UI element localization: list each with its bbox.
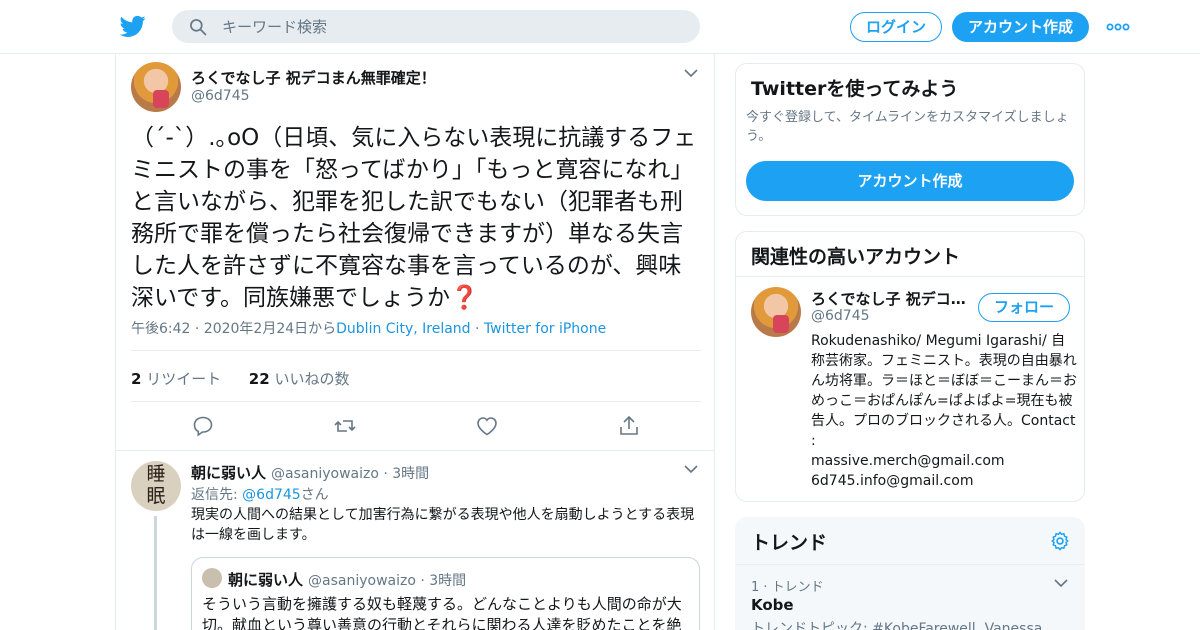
tweet-source-link[interactable]: Twitter for iPhone bbox=[484, 321, 606, 337]
quote-handle-text: @asaniyowaizo bbox=[308, 573, 416, 589]
tweet-body: （´-`）.｡oO（日頃、気に入らない表現に抗議するフェミニストの事を「怒ってば… bbox=[131, 125, 697, 311]
follow-button[interactable]: フォロー bbox=[978, 293, 1070, 322]
reply-to-suffix: さん bbox=[300, 487, 329, 503]
search-bar bbox=[172, 10, 700, 43]
bio-email-link[interactable]: massive.merch@gmail.com bbox=[811, 451, 1079, 471]
avatar-glyph: 眠 bbox=[146, 485, 166, 507]
account-bio: Rokudenashiko/ Megumi Igarashi/ 自称芸術家。フェ… bbox=[811, 331, 1079, 491]
reply-time[interactable]: 3時間 bbox=[392, 466, 429, 482]
like-count: 22 bbox=[248, 370, 270, 388]
account-avatar[interactable] bbox=[751, 287, 801, 337]
divider bbox=[736, 564, 1084, 565]
chevron-down-icon[interactable] bbox=[684, 464, 698, 474]
reply-avatar[interactable]: 睡 眠 bbox=[131, 461, 181, 511]
reply-handle-text: @asaniyowaizo bbox=[271, 466, 379, 482]
top-bar: ログイン アカウント作成 bbox=[0, 0, 1200, 54]
like-stat[interactable]: 22 いいねの数 bbox=[249, 370, 350, 388]
related-accounts-card: 関連性の高いアカウント ろくでなし子 祝デコまん無罪確定！ @6d745 フォロ… bbox=[735, 231, 1085, 502]
trend-name: Kobe bbox=[751, 596, 794, 614]
avatar-glyph: 睡 bbox=[146, 463, 166, 485]
reply-author-handle[interactable]: @asaniyowaizo · 3時間 bbox=[271, 463, 429, 483]
reply-icon[interactable] bbox=[191, 414, 215, 438]
signup-card-button[interactable]: アカウント作成 bbox=[746, 161, 1074, 201]
bio-email-link[interactable]: 6d745.info@gmail.com bbox=[811, 471, 1079, 491]
quote-time: 3時間 bbox=[429, 573, 467, 589]
meta-separator: · bbox=[470, 321, 484, 337]
retweet-count: 2 bbox=[131, 370, 142, 388]
quoted-tweet[interactable]: 朝に弱い人 @asaniyowaizo · 3時間 そういう言動を擁護する奴も軽… bbox=[191, 557, 700, 630]
reply-to-handle[interactable]: @6d745 bbox=[242, 487, 301, 503]
login-button[interactable]: ログイン bbox=[850, 12, 942, 42]
quote-author-name: 朝に弱い人 bbox=[228, 571, 304, 589]
reply-to: 返信先: @6d745さん bbox=[191, 484, 329, 504]
meta-separator: · bbox=[415, 573, 430, 589]
gear-icon[interactable] bbox=[1049, 530, 1071, 552]
related-accounts-title: 関連性の高いアカウント bbox=[751, 246, 961, 268]
author-avatar[interactable] bbox=[131, 62, 181, 112]
divider bbox=[116, 450, 714, 451]
retweet-icon[interactable] bbox=[333, 414, 357, 438]
tweet-location-link[interactable]: Dublin City, Ireland bbox=[336, 321, 470, 337]
trends-title: トレンド bbox=[751, 532, 828, 554]
author-handle[interactable]: @6d745 bbox=[191, 88, 250, 104]
bio-line: Rokudenashiko/ Megumi Igarashi/ 自称芸術家。フェ… bbox=[811, 333, 1077, 449]
search-icon bbox=[190, 19, 207, 36]
trend-meta: 1 · トレンド bbox=[751, 580, 824, 595]
reply-text: 現実の人間への結果として加害行為に繋がる表現や他人を扇動しようとする表現は一線を… bbox=[191, 507, 695, 543]
twitter-bird-icon[interactable] bbox=[119, 13, 147, 39]
reply-author-name[interactable]: 朝に弱い人 bbox=[191, 462, 266, 483]
retweet-label: リツイート bbox=[146, 370, 222, 388]
signup-card-description: 今すぐ登録して、タイムラインをカスタマイズしましょう。 bbox=[746, 110, 1069, 144]
meta-separator: · bbox=[378, 466, 393, 482]
signup-card-title: Twitterを使ってみよう bbox=[751, 78, 959, 100]
reply-to-prefix: 返信先: bbox=[191, 487, 243, 503]
quote-text: そういう言動を擁護する奴も軽蔑する。どんなことよりも人間の命が大切。献血という尊… bbox=[202, 595, 682, 630]
tweet-text: （´-`）.｡oO（日頃、気に入らない表現に抗議するフェミニストの事を「怒ってば… bbox=[131, 122, 703, 314]
tweet-stats: 2 リツイート 22 いいねの数 bbox=[131, 368, 349, 389]
retweet-stat[interactable]: 2 リツイート bbox=[131, 370, 221, 388]
tweet-metadata: 午後6:42 · 2020年2月24日からDublin City, Irelan… bbox=[131, 318, 606, 338]
divider bbox=[131, 350, 701, 351]
account-handle[interactable]: @6d745 bbox=[811, 308, 870, 324]
tweet-timestamp[interactable]: 午後6:42 · 2020年2月24日から bbox=[131, 321, 336, 337]
trend-topic: トレンドトピック: #KobeFarewell, Vanessa bbox=[751, 621, 1043, 630]
share-icon[interactable] bbox=[617, 414, 641, 438]
quote-author-handle: @asaniyowaizo · 3時間 bbox=[308, 570, 466, 590]
search-input[interactable] bbox=[222, 10, 682, 43]
chevron-down-icon[interactable] bbox=[1054, 578, 1068, 588]
trends-card: トレンド 1 · トレンド Kobe トレンドトピック: #KobeFarewe… bbox=[735, 517, 1085, 630]
question-emoji: ❓ bbox=[450, 285, 479, 311]
thread-line bbox=[154, 516, 157, 630]
account-name[interactable]: ろくでなし子 祝デコまん無罪確定！ bbox=[811, 288, 971, 309]
more-dots-icon[interactable] bbox=[1106, 18, 1130, 36]
signup-button[interactable]: アカウント作成 bbox=[952, 12, 1089, 42]
tweet-column: ろくでなし子 祝デコまん無罪確定！ @6d745 （´-`）.｡oO（日頃、気に… bbox=[115, 54, 715, 630]
quote-avatar bbox=[202, 568, 222, 588]
signup-card: Twitterを使ってみよう 今すぐ登録して、タイムラインをカスタマイズしましょ… bbox=[735, 63, 1085, 216]
chevron-down-icon[interactable] bbox=[684, 68, 698, 78]
author-name[interactable]: ろくでなし子 祝デコまん無罪確定！ bbox=[191, 67, 436, 88]
like-label: いいねの数 bbox=[274, 370, 350, 388]
divider bbox=[736, 276, 1084, 277]
heart-icon[interactable] bbox=[475, 414, 499, 438]
divider bbox=[131, 401, 701, 402]
